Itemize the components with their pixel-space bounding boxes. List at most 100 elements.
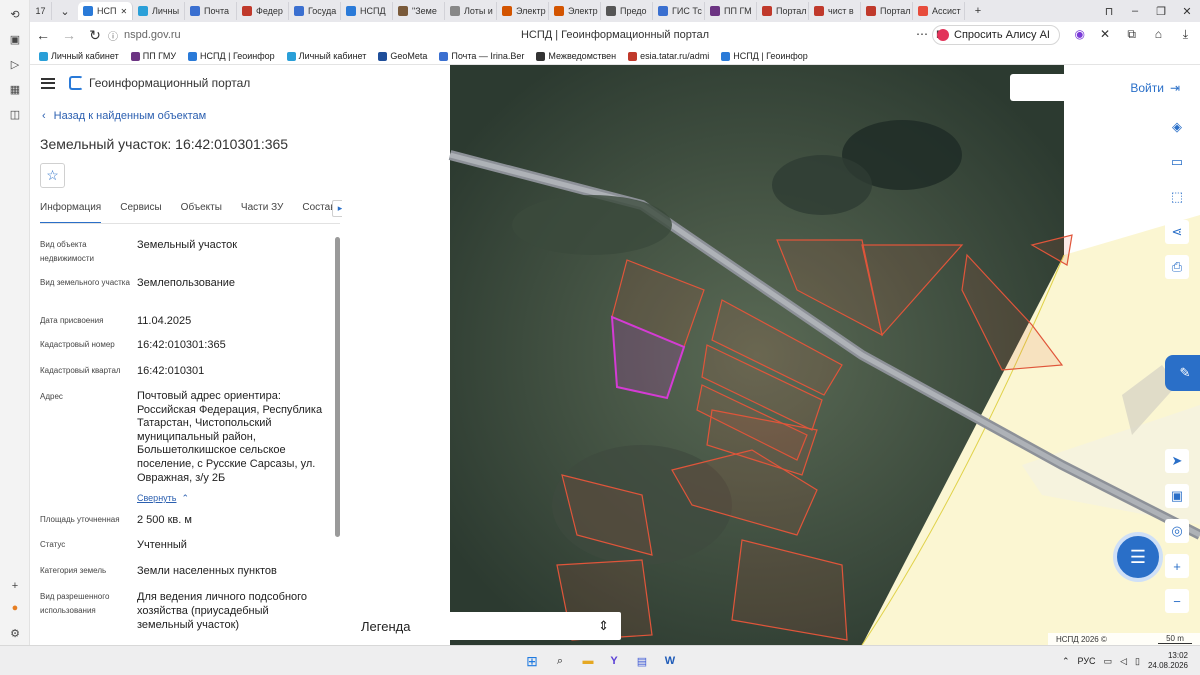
tab-favicon-icon (554, 6, 564, 16)
browser-tab[interactable]: Госуда (289, 2, 341, 20)
login-button[interactable]: Войти ⇥ (1010, 74, 1190, 101)
download-icon[interactable]: ⤓ (1183, 27, 1188, 42)
browser-tab[interactable]: Портал (757, 2, 809, 20)
tab-composition[interactable]: Состав (302, 198, 335, 222)
tab-parts[interactable]: Части ЗУ (241, 198, 283, 222)
satellite-map[interactable] (342, 65, 1200, 645)
site-info-icon[interactable]: ⓘ (108, 28, 118, 43)
tab-objects[interactable]: Объекты (181, 198, 222, 222)
bookmark-label: esia.tatar.ru/admi (640, 51, 710, 61)
back-to-results-link[interactable]: ‹ Назад к найденным объектам (42, 110, 206, 122)
scrollbar-thumb[interactable] (335, 237, 340, 537)
history-icon[interactable]: ⟲ (7, 6, 23, 22)
settings-icon[interactable]: ⚙ (7, 625, 23, 641)
bookmark-item[interactable]: НСПД | Геоинфор (188, 51, 275, 61)
browser-tab[interactable]: Федер (237, 2, 289, 20)
play-icon[interactable]: ▷ (7, 56, 23, 72)
profile-icon[interactable]: ⌂ (1155, 27, 1162, 41)
zoom-in-button[interactable]: + (1165, 554, 1189, 578)
tools-icon[interactable]: ✕ (1100, 27, 1110, 41)
select-area-icon[interactable]: ⬚ (1165, 185, 1189, 209)
browser-tab[interactable]: Электр (497, 2, 549, 20)
share-icon[interactable]: ⋖ (1165, 220, 1189, 244)
forward-arrow-icon[interactable]: → (56, 27, 82, 43)
app-title: Геоинформационный портал (89, 76, 251, 90)
battery-icon[interactable]: ▯ (1135, 656, 1140, 667)
browser-tab[interactable]: Почта (185, 2, 237, 20)
network-icon[interactable]: ▭ (1104, 656, 1113, 667)
puzzle-icon[interactable]: ⧉ (1127, 27, 1136, 42)
chat-assistant-icon[interactable]: ☰ (1113, 532, 1163, 582)
bookmark-item[interactable]: Межведомствен (536, 51, 616, 61)
calendar-icon[interactable]: ▦ (7, 81, 23, 97)
bookmark-item[interactable]: Личный кабинет (39, 51, 119, 61)
tab-information[interactable]: Информация (40, 198, 102, 224)
screenshot-icon[interactable]: ◫ (7, 106, 23, 122)
legend-dropdown[interactable]: Легенда ⇕ (349, 612, 621, 640)
zoom-out-button[interactable]: − (1165, 589, 1189, 613)
property-label: Вид разрешенного использования (40, 592, 110, 615)
browser-tab[interactable]: НСПД (341, 2, 393, 20)
volume-icon[interactable]: ◁ (1120, 656, 1127, 667)
property-label: Дата присвоения (40, 316, 104, 325)
favorite-star-icon[interactable]: ☆ (40, 163, 65, 188)
clock[interactable]: 13:02 24.08.2026 (1148, 651, 1188, 671)
yandex-browser-icon[interactable]: Y (605, 652, 623, 670)
start-menu-icon[interactable]: ⊞ (523, 652, 541, 670)
locate-icon[interactable]: ➤ (1165, 449, 1189, 473)
ruler-icon[interactable]: ▭ (1165, 150, 1189, 174)
property-value: 16:42:010301 (137, 365, 205, 377)
browser-tab[interactable]: чист в (809, 2, 861, 20)
ask-alisa-button[interactable]: Спросить Алису AI (932, 25, 1060, 45)
browser-tab[interactable]: НСП ✕ (78, 2, 133, 20)
more-menu-icon[interactable]: ⋯ (916, 27, 928, 41)
browser-tab[interactable]: Портал (861, 2, 913, 20)
bookmark-item[interactable]: НСПД | Геоинфор (721, 51, 808, 61)
browser-tab[interactable]: ПП ГМ (705, 2, 757, 20)
restore-button[interactable]: ❐ (1148, 5, 1174, 18)
tray-chevron-icon[interactable]: ⌃ (1062, 656, 1070, 667)
browser-tab[interactable]: "Земе (393, 2, 445, 20)
close-tab-icon[interactable]: ✕ (120, 7, 127, 16)
tab-list-chevron-icon[interactable]: ⌄ (52, 5, 78, 18)
back-arrow-icon[interactable]: ← (30, 27, 56, 43)
browser-tab[interactable]: ГИС Тс (653, 2, 705, 20)
layers-icon[interactable]: ◈ (1165, 115, 1189, 139)
bookmark-item[interactable]: esia.tatar.ru/admi (628, 51, 709, 61)
browser-tab[interactable]: Лоты и (445, 2, 497, 20)
browser-tab[interactable]: Электр (549, 2, 601, 20)
extension-icon[interactable]: ◉ (1075, 27, 1085, 41)
close-window-button[interactable]: ✕ (1174, 5, 1200, 18)
collapse-address-link[interactable]: Свернуть ⌃ (137, 490, 189, 504)
browser-tab[interactable]: Ассист (913, 2, 965, 20)
language-indicator[interactable]: РУС (1078, 656, 1096, 666)
bookmark-favicon-icon (536, 51, 546, 61)
bookmark-item[interactable]: Личный кабинет (286, 51, 366, 61)
reload-icon[interactable]: ↻ (82, 27, 108, 44)
map-view[interactable]: Войти ⇥ ◈ ▭ ⬚ ⋖ ⎙ ✎ ➤ ▣ ◎ ☰ + − Легенда ⇕ … (342, 65, 1200, 645)
tab-counter[interactable]: 17 (30, 2, 52, 20)
search-icon[interactable]: ⌕ (551, 652, 569, 670)
search-point-icon[interactable]: ◎ (1165, 519, 1189, 543)
tab-services[interactable]: Сервисы (120, 198, 161, 222)
url-field[interactable]: nspd.gov.ru (124, 29, 181, 41)
basemap-icon[interactable]: ▣ (1165, 484, 1189, 508)
print-icon[interactable]: ⎙ (1165, 255, 1189, 279)
bookmark-item[interactable]: ПП ГМУ (130, 51, 176, 61)
bookmarks-icon[interactable]: ⊓ (1096, 5, 1122, 18)
bookmark-item[interactable]: GeoMeta (378, 51, 427, 61)
minimize-button[interactable]: – (1122, 5, 1148, 17)
file-explorer-icon[interactable]: ▬ (579, 652, 597, 670)
word-icon[interactable]: W (661, 652, 679, 670)
new-tab-button[interactable]: + (965, 5, 991, 17)
collections-icon[interactable]: ▣ (7, 31, 23, 47)
mascot-icon[interactable]: ● (7, 600, 23, 616)
save-app-icon[interactable]: ▤ (633, 652, 651, 670)
add-panel-icon[interactable]: + (7, 578, 23, 594)
menu-icon[interactable] (41, 77, 55, 89)
chat-side-tab-icon[interactable]: ✎ (1165, 355, 1200, 391)
browser-tab[interactable]: Личны (133, 2, 185, 20)
browser-tab[interactable]: Предо (601, 2, 653, 20)
bookmark-item[interactable]: Почта — Irina.Ber (439, 51, 524, 61)
panel-scrollbar[interactable] (335, 231, 340, 641)
